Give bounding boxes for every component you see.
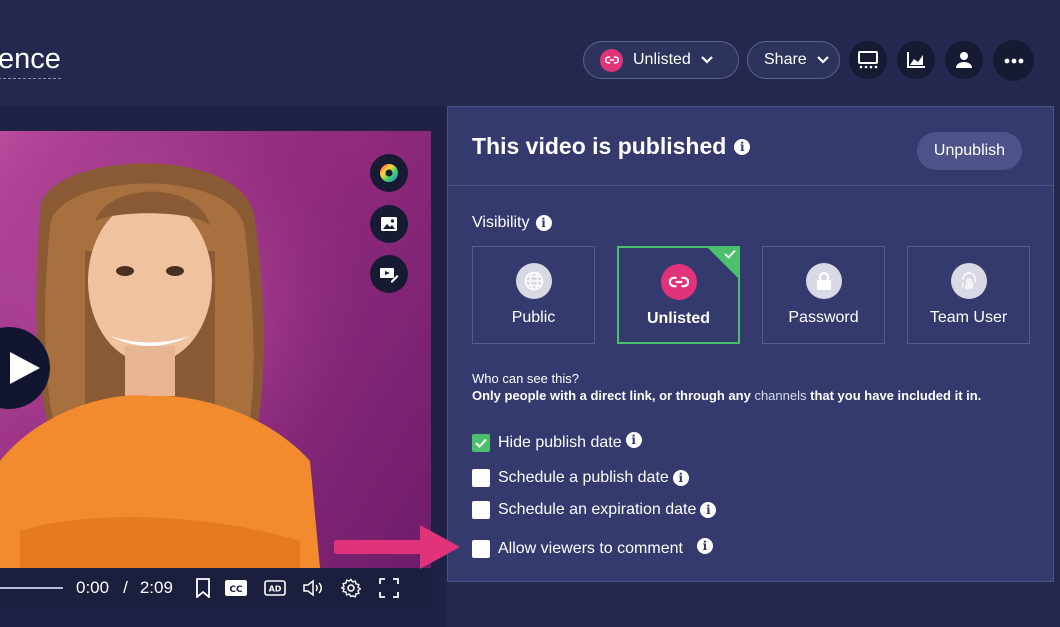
edit-cover-button[interactable]	[370, 255, 408, 293]
hide-publish-date-checkbox[interactable]	[472, 434, 490, 452]
checkbox-label: Schedule an expiration date	[498, 501, 697, 518]
play-icon	[10, 352, 40, 384]
pointer-arrow-icon	[334, 525, 460, 569]
analytics-icon	[907, 52, 925, 68]
duration: 2:09	[139, 578, 173, 597]
time-separator: /	[123, 578, 128, 597]
visibility-dropdown-label: Unlisted	[633, 51, 691, 68]
cc-icon[interactable]: CC	[224, 580, 247, 596]
visibility-label-text: Visibility	[472, 214, 530, 231]
bookmark-icon[interactable]	[195, 578, 211, 598]
analytics-button[interactable]	[897, 41, 935, 79]
option-label: Password	[788, 309, 859, 326]
schedule-publish-row[interactable]: Schedule a publish date i	[472, 469, 689, 487]
chevron-down-icon	[701, 56, 713, 64]
info-icon[interactable]: i	[700, 502, 717, 518]
panel-title-text: This video is published	[472, 133, 727, 159]
option-label: Unlisted	[646, 310, 711, 327]
video-player[interactable]	[0, 131, 431, 568]
image-button[interactable]	[370, 205, 408, 243]
fullscreen-icon[interactable]	[379, 578, 399, 598]
option-label: Team User	[929, 309, 1008, 326]
more-icon	[1004, 58, 1023, 63]
more-button[interactable]	[993, 40, 1034, 81]
progress-bar[interactable]	[0, 587, 63, 589]
panel-title: This video is published i	[472, 133, 751, 160]
visibility-option-public[interactable]: Public	[472, 246, 595, 344]
schedule-publish-checkbox[interactable]	[472, 469, 490, 487]
who-question: Who can see this?	[472, 371, 579, 386]
image-icon	[381, 217, 397, 231]
check-icon	[724, 249, 736, 259]
slides-icon	[858, 51, 878, 69]
who-answer-part1: Only people with a direct link, or throu…	[472, 388, 751, 403]
info-icon[interactable]: i	[535, 215, 552, 231]
settings-icon[interactable]	[340, 578, 361, 598]
globe-icon	[515, 263, 552, 299]
who-answer: Only people with a direct link, or throu…	[472, 387, 981, 404]
allow-comments-row[interactable]: Allow viewers to comment i	[472, 538, 713, 558]
share-button-label: Share	[764, 51, 807, 68]
checkbox-label: Hide publish date	[498, 434, 622, 451]
player-controls: 0:00 / 2:09 CC AD	[0, 568, 431, 608]
info-icon[interactable]: i	[625, 432, 642, 448]
link-icon	[600, 48, 623, 72]
current-time: 0:00	[76, 578, 110, 597]
user-icon	[956, 52, 972, 68]
info-icon[interactable]: i	[734, 138, 751, 155]
volume-icon[interactable]	[302, 579, 324, 597]
slides-button[interactable]	[849, 41, 887, 79]
fingerprint-icon	[950, 263, 987, 299]
channels-link[interactable]: channels	[754, 388, 806, 403]
color-wheel-button[interactable]	[370, 154, 408, 192]
svg-text:CC: CC	[229, 585, 243, 595]
lock-icon	[805, 263, 842, 299]
top-bar: ence Unlisted Share	[0, 0, 1060, 106]
edit-cover-icon	[380, 268, 399, 283]
user-button[interactable]	[945, 41, 983, 79]
unpublish-button[interactable]: Unpublish	[917, 132, 1022, 170]
hide-publish-date-row[interactable]: Hide publish date i	[472, 432, 642, 452]
visibility-description: Who can see this? Only people with a dir…	[472, 370, 981, 404]
panel-header: This video is published i Unpublish	[448, 107, 1053, 186]
info-icon[interactable]: i	[672, 470, 689, 486]
color-wheel-icon	[380, 164, 398, 182]
share-button[interactable]: Share	[747, 41, 840, 79]
who-answer-part2: that you have included it in.	[810, 388, 982, 403]
link-icon	[660, 264, 697, 300]
visibility-option-unlisted[interactable]: Unlisted	[617, 246, 740, 344]
info-icon[interactable]: i	[696, 538, 713, 554]
visibility-label: Visibility i	[472, 214, 552, 232]
video-title[interactable]: ence	[0, 42, 61, 79]
checkbox-label: Schedule a publish date	[498, 469, 669, 486]
check-icon	[475, 438, 487, 448]
schedule-expiration-checkbox[interactable]	[472, 501, 490, 519]
ad-icon[interactable]: AD	[264, 580, 286, 596]
svg-text:AD: AD	[269, 585, 282, 594]
allow-comments-checkbox[interactable]	[472, 540, 490, 558]
chevron-down-icon	[816, 56, 829, 64]
checkbox-label: Allow viewers to comment	[498, 540, 683, 557]
option-label: Public	[511, 309, 556, 326]
publish-panel: This video is published i Unpublish Visi…	[447, 106, 1054, 582]
schedule-expiration-row[interactable]: Schedule an expiration date i	[472, 501, 717, 519]
video-thumbnail	[0, 131, 431, 568]
visibility-option-password[interactable]: Password	[762, 246, 885, 344]
visibility-option-team-user[interactable]: Team User	[907, 246, 1030, 344]
visibility-dropdown[interactable]: Unlisted	[583, 41, 739, 79]
